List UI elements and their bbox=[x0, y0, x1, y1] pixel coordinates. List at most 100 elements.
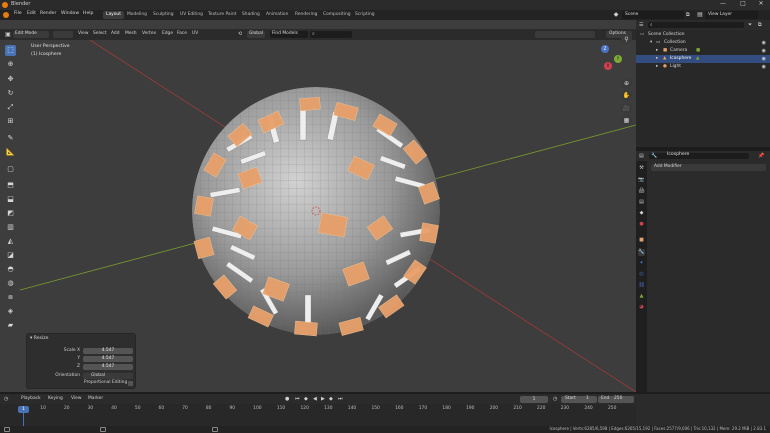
menu-marker[interactable]: Marker bbox=[88, 396, 103, 401]
new-scene-icon[interactable]: ⧉ bbox=[686, 12, 692, 18]
inset-tool[interactable]: ⬓ bbox=[5, 194, 16, 205]
expand-icon[interactable]: ▸ bbox=[656, 64, 658, 69]
prev-key-icon[interactable]: ◆ bbox=[304, 396, 308, 402]
view-layer-icon[interactable]: ▤ bbox=[696, 11, 704, 19]
move-tool[interactable]: ✥ bbox=[5, 74, 16, 85]
visibility-eye-icon[interactable]: ◉ bbox=[762, 56, 766, 62]
visibility-eye-icon[interactable]: ◉ bbox=[762, 64, 766, 70]
camera-view-icon[interactable]: 🎥 bbox=[621, 103, 632, 114]
world-tab-icon[interactable]: ● bbox=[638, 221, 645, 228]
annotate-tool[interactable]: ✎ bbox=[5, 133, 16, 144]
close-button[interactable]: ✕ bbox=[752, 1, 770, 9]
expand-icon[interactable]: ▸ bbox=[656, 48, 658, 53]
material-tab-icon[interactable]: ◕ bbox=[638, 304, 645, 311]
clock-icon[interactable]: ◷ bbox=[553, 396, 557, 402]
particles-tab-icon[interactable]: ✦ bbox=[638, 260, 645, 267]
search-input[interactable] bbox=[310, 31, 352, 38]
scene-tab-icon[interactable]: ◆ bbox=[638, 210, 645, 217]
shrink-fatten-tool[interactable]: ◈ bbox=[5, 306, 16, 317]
extrude-tool[interactable]: ⬒ bbox=[5, 180, 16, 191]
gizmo-y-axis[interactable]: Y bbox=[614, 55, 622, 63]
scale-z-field[interactable]: 4.547 bbox=[83, 364, 133, 370]
jump-start-icon[interactable]: ⏮ bbox=[295, 396, 300, 402]
poly-build-tool[interactable]: ◪ bbox=[5, 250, 16, 261]
outliner-row[interactable]: ▭ Scene Collection bbox=[636, 31, 770, 39]
minimize-button[interactable]: — bbox=[714, 1, 732, 9]
menu-uv[interactable]: UV bbox=[192, 31, 198, 36]
outliner-row[interactable]: ▾ ▭ Collection ◉ bbox=[636, 39, 770, 47]
render-tab-icon[interactable]: 📷 bbox=[638, 177, 645, 184]
timeline[interactable]: 1 10 20 30 40 50 60 70 80 90 100 110 120 130 140 150 16… bbox=[0, 404, 636, 426]
scale-tool[interactable]: ⤢ bbox=[5, 102, 16, 113]
menu-help[interactable]: Help bbox=[83, 11, 93, 17]
modifier-tab-icon[interactable]: 🔧 bbox=[638, 249, 645, 256]
shading-buttons[interactable] bbox=[535, 31, 595, 38]
physics-tab-icon[interactable]: ◎ bbox=[638, 271, 645, 278]
menu-select[interactable]: Select bbox=[93, 31, 107, 36]
editor-type-icon[interactable]: ▣ bbox=[4, 31, 12, 38]
scene-icon[interactable]: ◆ bbox=[612, 11, 620, 19]
add-cube-tool[interactable]: ▢ bbox=[5, 164, 16, 175]
orientation-selector[interactable]: Global bbox=[247, 31, 265, 38]
select-mode-buttons[interactable] bbox=[53, 31, 73, 38]
add-modifier-dropdown[interactable]: Add Modifier bbox=[651, 164, 766, 171]
menu-add[interactable]: Add bbox=[111, 31, 120, 36]
record-icon[interactable]: ● bbox=[285, 396, 289, 402]
redo-panel-title[interactable]: ▾ Resize bbox=[30, 336, 49, 342]
jump-end-icon[interactable]: ⏭ bbox=[338, 396, 343, 402]
data-tab-icon[interactable]: ▲ bbox=[638, 293, 645, 300]
pan-view-icon[interactable]: ✋ bbox=[621, 90, 632, 101]
pin-icon[interactable]: 📌 bbox=[758, 153, 764, 159]
orientation-icon[interactable]: ⟲ bbox=[238, 31, 245, 38]
next-key-icon[interactable]: ◆ bbox=[329, 396, 333, 402]
visibility-eye-icon[interactable]: ◉ bbox=[762, 48, 766, 54]
play-reverse-icon[interactable]: ◀ bbox=[313, 396, 317, 402]
constraints-tab-icon[interactable]: ⛓ bbox=[638, 282, 645, 289]
play-icon[interactable]: ▶ bbox=[321, 396, 325, 402]
menu-view[interactable]: View bbox=[71, 396, 81, 401]
expand-icon[interactable]: ▾ bbox=[650, 40, 652, 45]
view-layer-tab-icon[interactable]: ▤ bbox=[638, 199, 645, 206]
spin-tool[interactable]: ◓ bbox=[5, 264, 16, 275]
proportional-editing-checkbox[interactable] bbox=[128, 381, 133, 386]
timeline-editor-icon[interactable]: ◷ bbox=[4, 396, 8, 402]
menu-vertex[interactable]: Vertex bbox=[142, 31, 156, 36]
menu-view[interactable]: View bbox=[78, 31, 88, 36]
menu-mesh[interactable]: Mesh bbox=[125, 31, 137, 36]
zoom-icon[interactable]: ⚲ bbox=[621, 34, 632, 45]
bevel-tool[interactable]: ◩ bbox=[5, 208, 16, 219]
cursor-tool[interactable]: ⊕ bbox=[5, 59, 16, 70]
scale-x-field[interactable]: 4.547 bbox=[83, 348, 133, 354]
start-frame-field[interactable]: Start 1 bbox=[561, 396, 597, 403]
tab-scripting[interactable]: Scripting bbox=[352, 11, 378, 19]
grid-toggle-icon[interactable]: ▦ bbox=[621, 115, 632, 126]
outliner-editor-icon[interactable]: ☰ bbox=[639, 22, 643, 28]
loop-cut-tool[interactable]: ▥ bbox=[5, 222, 16, 233]
visibility-eye-icon[interactable]: ◉ bbox=[762, 40, 766, 46]
find-models-field[interactable]: Find Models bbox=[270, 31, 308, 38]
tab-rendering[interactable]: Rendering bbox=[292, 11, 320, 19]
menu-keying[interactable]: Keying bbox=[48, 396, 63, 401]
select-box-tool[interactable]: ⬚ bbox=[5, 45, 16, 56]
tab-shading[interactable]: Shading bbox=[239, 11, 263, 19]
tab-texture-paint[interactable]: Texture Paint bbox=[205, 11, 239, 19]
maximize-button[interactable]: □ bbox=[734, 1, 752, 9]
edge-slide-tool[interactable]: ⧈ bbox=[5, 292, 16, 303]
new-collection-icon[interactable]: ⧉ bbox=[758, 22, 762, 28]
tab-modeling[interactable]: Modeling bbox=[124, 11, 150, 19]
properties-search-input[interactable] bbox=[649, 153, 749, 159]
tab-layout[interactable]: Layout bbox=[103, 11, 124, 19]
blender-menu-icon[interactable] bbox=[3, 12, 9, 18]
playhead[interactable]: 1 bbox=[18, 406, 29, 413]
menu-playback[interactable]: Playback bbox=[21, 396, 41, 401]
filter-icon[interactable]: ⏷ bbox=[748, 22, 752, 28]
scale-y-field[interactable]: 4.547 bbox=[83, 356, 133, 362]
gizmo-z-axis[interactable]: Z bbox=[601, 45, 609, 53]
tool-tab-icon[interactable]: ⚒ bbox=[638, 165, 645, 172]
output-tab-icon[interactable]: 🖨 bbox=[638, 188, 645, 195]
outliner-search-input[interactable] bbox=[648, 22, 744, 28]
measure-tool[interactable]: 📐 bbox=[5, 147, 16, 158]
menu-face[interactable]: Face bbox=[177, 31, 187, 36]
smooth-tool[interactable]: ◍ bbox=[5, 278, 16, 289]
tab-sculpting[interactable]: Sculpting bbox=[150, 11, 177, 19]
